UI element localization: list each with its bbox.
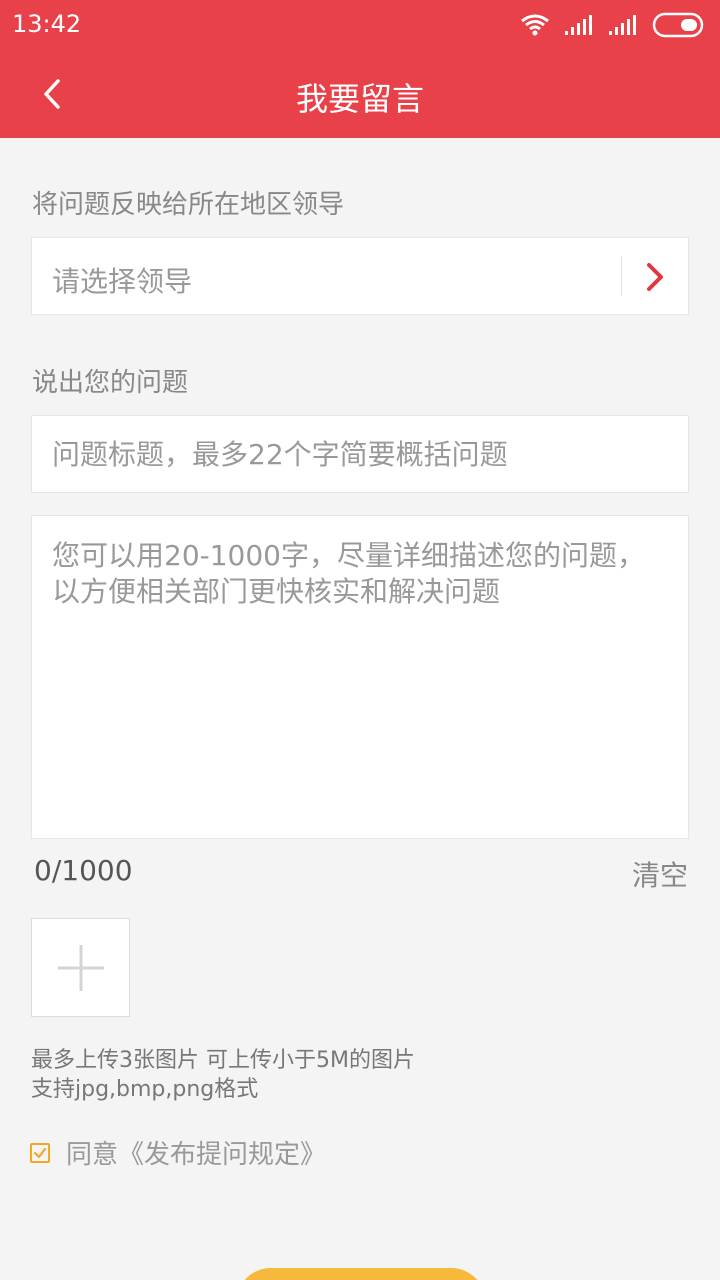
signal-icon xyxy=(565,15,592,35)
status-icons xyxy=(520,10,708,40)
upload-hint-line1: 最多上传3张图片 可上传小于5M的图片 xyxy=(31,1048,415,1073)
question-content-textarea[interactable] xyxy=(32,516,688,838)
submit-button[interactable] xyxy=(236,1268,486,1280)
upload-hint-line2: 支持jpg,bmp,png格式 xyxy=(31,1077,259,1102)
status-time: 13:42 xyxy=(12,10,82,38)
add-photo-button[interactable] xyxy=(31,918,130,1017)
agreement-checkbox[interactable] xyxy=(30,1142,50,1163)
question-title-input[interactable] xyxy=(32,416,688,492)
chevron-right-icon xyxy=(647,263,663,291)
agreement-checkbox-row[interactable]: 同意《发布提问规定》 xyxy=(30,1134,326,1171)
signal-icon-2 xyxy=(609,15,636,35)
app-header: 我要留言 xyxy=(0,50,720,138)
check-icon xyxy=(33,1147,47,1158)
question-title-field xyxy=(31,415,689,493)
leader-select-placeholder: 请选择领导 xyxy=(52,265,193,298)
leader-section-label: 将问题反映给所在地区领导 xyxy=(32,190,345,220)
status-bar: 13:42 xyxy=(0,0,720,50)
page-title: 我要留言 xyxy=(295,80,424,118)
leader-select[interactable]: 请选择领导 xyxy=(31,237,689,315)
plus-icon xyxy=(57,944,104,991)
agreement-label: 同意《发布提问规定》 xyxy=(66,1140,327,1170)
clear-button[interactable]: 清空 xyxy=(632,854,688,894)
char-counter: 0/1000 xyxy=(34,854,133,887)
question-section-label: 说出您的问题 xyxy=(32,368,189,398)
select-divider xyxy=(621,256,622,296)
wifi-icon xyxy=(521,14,549,36)
battery-icon xyxy=(652,12,704,38)
question-content-field xyxy=(31,515,689,839)
